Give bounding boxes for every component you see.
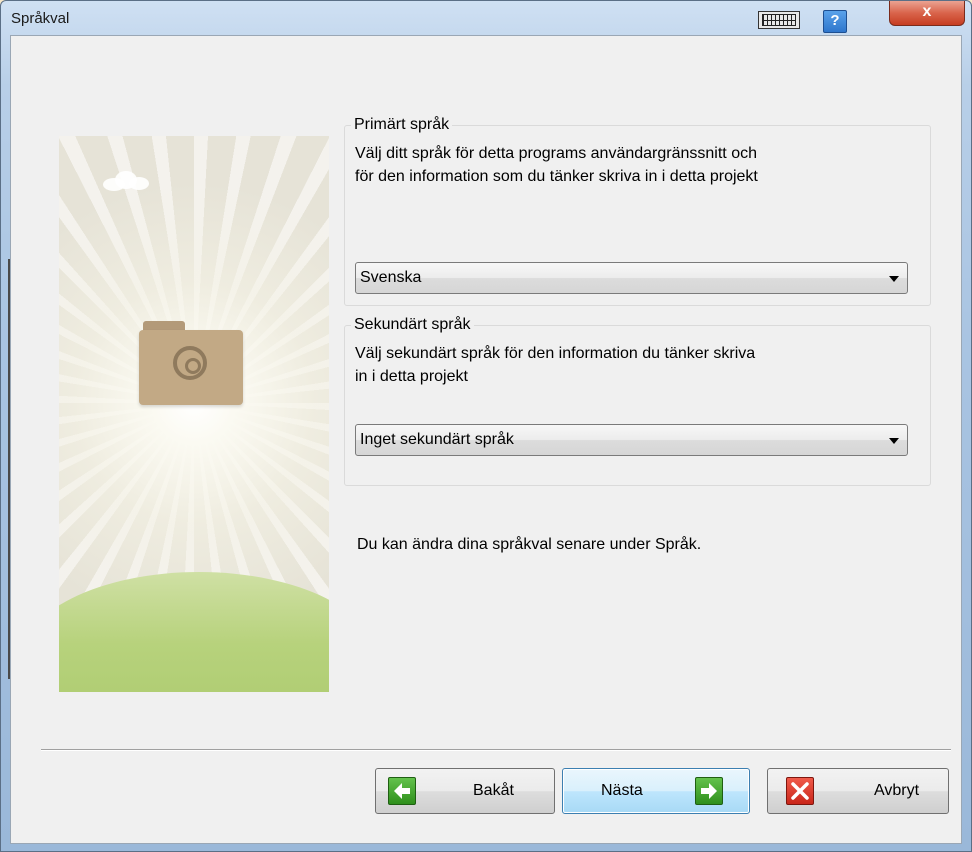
- dialog-window: Språkval ? x Primärt språk Välj ditt spr…: [0, 0, 972, 852]
- divider: [41, 749, 951, 751]
- secondary-language-legend: Sekundärt språk: [354, 316, 471, 333]
- primary-language-description-line1: Välj ditt språk för detta programs använ…: [355, 145, 757, 162]
- chevron-down-icon: [889, 276, 899, 282]
- primary-language-select[interactable]: Svenska: [355, 262, 908, 294]
- window-title: Språkval: [11, 10, 70, 27]
- dialog-content: Primärt språk Välj ditt språk för detta …: [10, 35, 962, 844]
- green-hill: [59, 572, 329, 692]
- next-button[interactable]: Nästa: [562, 768, 750, 814]
- back-button-label: Bakåt: [473, 782, 514, 799]
- primary-language-value: Svenska: [360, 269, 422, 286]
- info-note: Du kan ändra dina språkval senare under …: [357, 536, 702, 553]
- primary-language-description-line2: för den information som du tänker skriva…: [355, 168, 758, 185]
- illustration-panel: [59, 136, 329, 692]
- cloud-icon: [97, 171, 151, 191]
- back-button[interactable]: Bakåt: [375, 768, 555, 814]
- secondary-language-description-line1: Välj sekundärt språk för den information…: [355, 345, 756, 362]
- secondary-language-description-line2: in i detta projekt: [355, 368, 468, 385]
- keyboard-icon[interactable]: [758, 11, 800, 29]
- chevron-down-icon: [889, 438, 899, 444]
- arrow-left-icon: [388, 777, 416, 805]
- primary-language-group: Primärt språk Välj ditt språk för detta …: [344, 116, 931, 306]
- close-button[interactable]: x: [889, 1, 965, 26]
- cancel-button-label: Avbryt: [874, 782, 920, 799]
- secondary-language-value: Inget sekundärt språk: [360, 431, 514, 448]
- next-button-label: Nästa: [601, 782, 643, 799]
- title-bar[interactable]: Språkval ? x: [1, 1, 971, 35]
- secondary-language-group: Sekundärt språk Välj sekundärt språk för…: [344, 316, 931, 486]
- folder-icon: [139, 321, 243, 405]
- primary-language-legend: Primärt språk: [354, 116, 450, 133]
- cancel-button[interactable]: Avbryt: [767, 768, 949, 814]
- close-x-icon: [786, 777, 814, 805]
- app-logo-icon: [173, 346, 207, 380]
- help-button[interactable]: ?: [823, 10, 847, 33]
- secondary-language-select[interactable]: Inget sekundärt språk: [355, 424, 908, 456]
- arrow-right-icon: [695, 777, 723, 805]
